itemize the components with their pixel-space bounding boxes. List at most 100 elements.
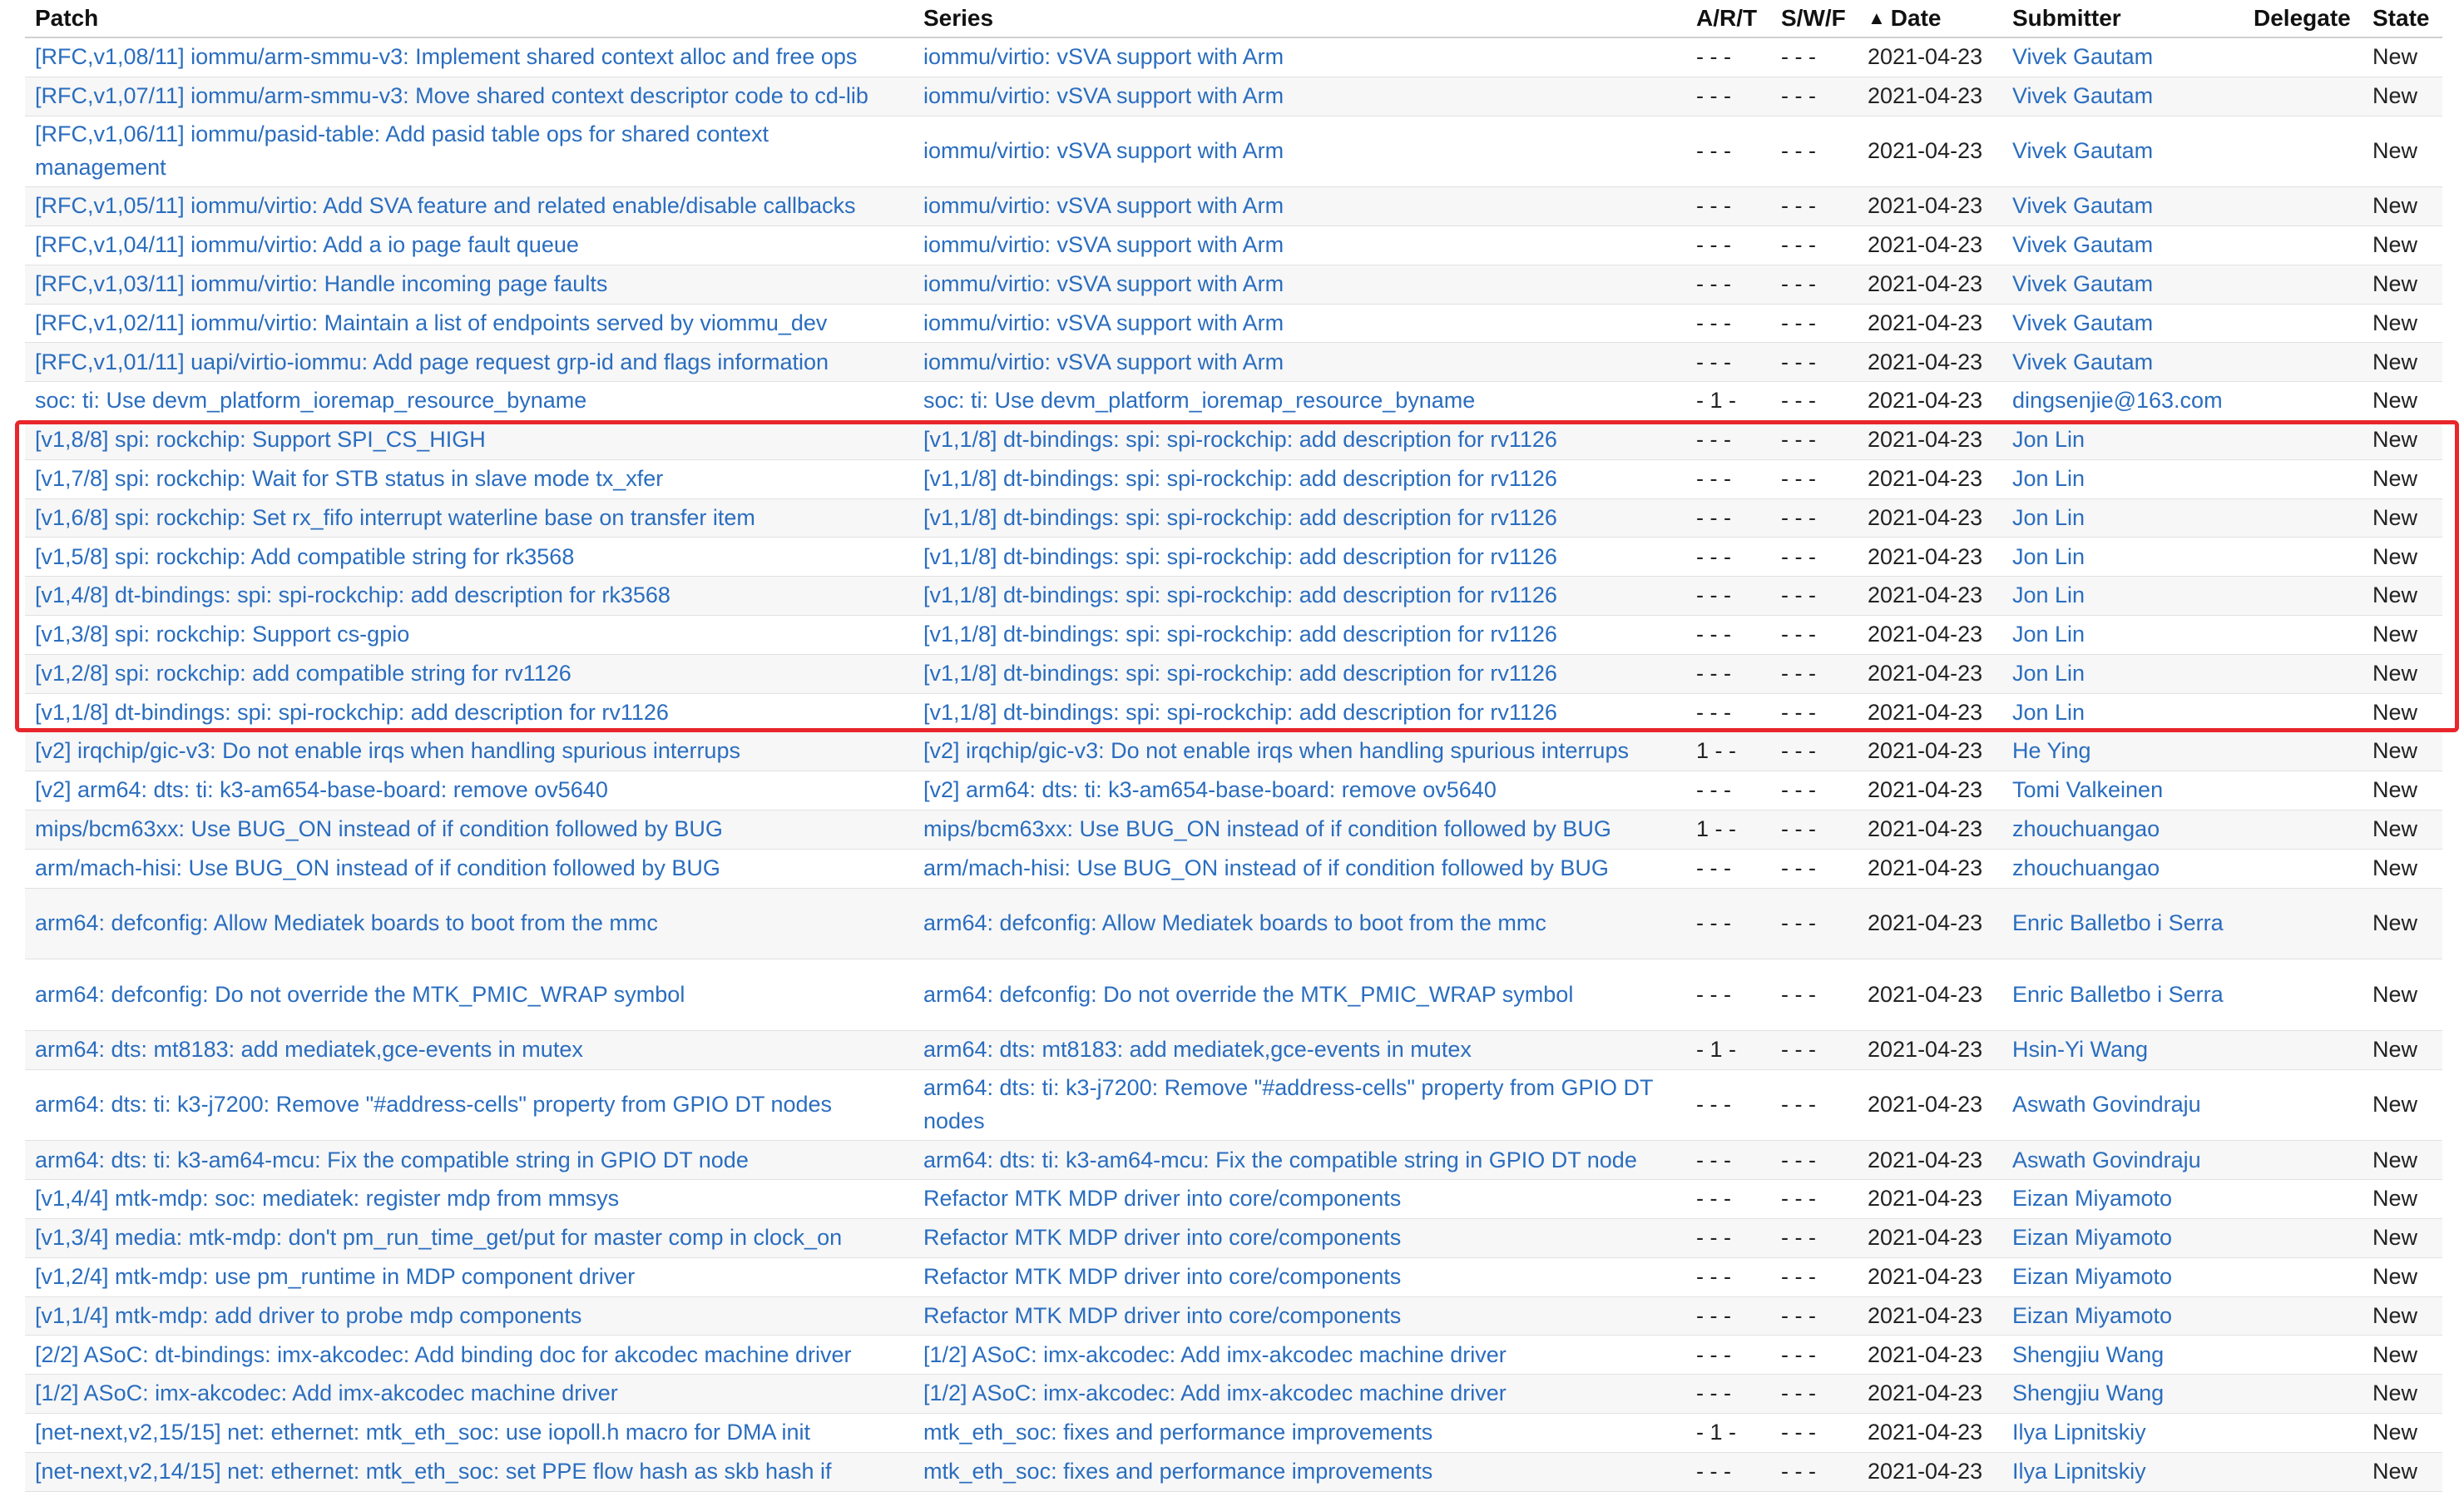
submitter-link[interactable]: Vivek Gautam xyxy=(2012,44,2153,69)
col-header-series[interactable]: Series xyxy=(913,0,1686,38)
series-link[interactable]: arm64: dts: ti: k3-j7200: Remove "#addre… xyxy=(923,1075,1653,1133)
col-header-patch[interactable]: Patch xyxy=(25,0,913,38)
submitter-link[interactable]: Eizan Miyamoto xyxy=(2012,1303,2172,1328)
patch-link[interactable]: [v2] arm64: dts: ti: k3-am654-base-board… xyxy=(35,777,608,802)
series-link[interactable]: Refactor MTK MDP driver into core/compon… xyxy=(923,1186,1401,1211)
series-link[interactable]: arm64: defconfig: Allow Mediatek boards … xyxy=(923,910,1546,935)
patch-link[interactable]: [RFC,v1,04/11] iommu/virtio: Add a io pa… xyxy=(35,232,579,257)
patch-link[interactable]: [RFC,v1,06/11] iommu/pasid-table: Add pa… xyxy=(35,121,769,180)
series-link[interactable]: [v1,1/8] dt-bindings: spi: spi-rockchip:… xyxy=(923,544,1557,569)
patch-link[interactable]: [1/2] ASoC: imx-akcodec: Add imx-akcodec… xyxy=(35,1380,618,1405)
series-link[interactable]: iommu/virtio: vSVA support with Arm xyxy=(923,83,1284,108)
submitter-link[interactable]: Jon Lin xyxy=(2012,427,2085,452)
patch-link[interactable]: [v1,4/4] mtk-mdp: soc: mediatek: registe… xyxy=(35,1186,619,1211)
patch-link[interactable]: [RFC,v1,05/11] iommu/virtio: Add SVA fea… xyxy=(35,193,856,218)
patch-link[interactable]: [2/2] ASoC: dt-bindings: imx-akcodec: Ad… xyxy=(35,1342,852,1367)
patch-link[interactable]: [v1,3/4] media: mtk-mdp: don't pm_run_ti… xyxy=(35,1225,842,1250)
patch-link[interactable]: [v2] irqchip/gic-v3: Do not enable irqs … xyxy=(35,738,740,763)
patch-link[interactable]: arm64: dts: mt8183: add mediatek,gce-eve… xyxy=(35,1037,583,1062)
series-link[interactable]: iommu/virtio: vSVA support with Arm xyxy=(923,193,1284,218)
patch-link[interactable]: [v1,4/8] dt-bindings: spi: spi-rockchip:… xyxy=(35,582,670,607)
col-header-submitter[interactable]: Submitter xyxy=(2002,0,2244,38)
submitter-link[interactable]: Eizan Miyamoto xyxy=(2012,1225,2172,1250)
series-link[interactable]: Refactor MTK MDP driver into core/compon… xyxy=(923,1264,1401,1289)
submitter-link[interactable]: Aswath Govindraju xyxy=(2012,1092,2201,1117)
patch-link[interactable]: arm/mach-hisi: Use BUG_ON instead of if … xyxy=(35,855,720,880)
series-link[interactable]: [v1,1/8] dt-bindings: spi: spi-rockchip:… xyxy=(923,661,1557,686)
patch-link[interactable]: [RFC,v1,07/11] iommu/arm-smmu-v3: Move s… xyxy=(35,83,868,108)
submitter-link[interactable]: Jon Lin xyxy=(2012,622,2085,647)
submitter-link[interactable]: Jon Lin xyxy=(2012,505,2085,530)
patch-link[interactable]: arm64: defconfig: Allow Mediatek boards … xyxy=(35,910,658,935)
series-link[interactable]: mtk_eth_soc: fixes and performance impro… xyxy=(923,1459,1432,1484)
caret-up-icon[interactable]: ▲ xyxy=(1868,7,1886,28)
submitter-link[interactable]: Eizan Miyamoto xyxy=(2012,1186,2172,1211)
series-link[interactable]: Refactor MTK MDP driver into core/compon… xyxy=(923,1225,1401,1250)
submitter-link[interactable]: Vivek Gautam xyxy=(2012,193,2153,218)
series-link[interactable]: Refactor MTK MDP driver into core/compon… xyxy=(923,1303,1401,1328)
patch-link[interactable]: mips/bcm63xx: Use BUG_ON instead of if c… xyxy=(35,816,723,841)
submitter-link[interactable]: Vivek Gautam xyxy=(2012,349,2153,374)
series-link[interactable]: [1/2] ASoC: imx-akcodec: Add imx-akcodec… xyxy=(923,1380,1507,1405)
patch-link[interactable]: [v1,5/8] spi: rockchip: Add compatible s… xyxy=(35,544,574,569)
patch-link[interactable]: [v1,1/4] mtk-mdp: add driver to probe md… xyxy=(35,1303,581,1328)
series-link[interactable]: arm64: dts: ti: k3-am64-mcu: Fix the com… xyxy=(923,1148,1637,1172)
series-link[interactable]: [1/2] ASoC: imx-akcodec: Add imx-akcodec… xyxy=(923,1342,1507,1367)
series-link[interactable]: iommu/virtio: vSVA support with Arm xyxy=(923,44,1284,69)
patch-link[interactable]: [v1,2/8] spi: rockchip: add compatible s… xyxy=(35,661,571,686)
submitter-link[interactable]: Shengjiu Wang xyxy=(2012,1342,2164,1367)
submitter-link[interactable]: Ilya Lipnitskiy xyxy=(2012,1459,2146,1484)
patch-link[interactable]: [v1,8/8] spi: rockchip: Support SPI_CS_H… xyxy=(35,427,486,452)
series-link[interactable]: iommu/virtio: vSVA support with Arm xyxy=(923,349,1284,374)
series-link[interactable]: [v1,1/8] dt-bindings: spi: spi-rockchip:… xyxy=(923,582,1557,607)
series-link[interactable]: mips/bcm63xx: Use BUG_ON instead of if c… xyxy=(923,816,1611,841)
submitter-link[interactable]: Vivek Gautam xyxy=(2012,310,2153,335)
submitter-link[interactable]: zhouchuangao xyxy=(2012,855,2160,880)
series-link[interactable]: arm64: defconfig: Do not override the MT… xyxy=(923,982,1573,1007)
patch-link[interactable]: [v1,3/8] spi: rockchip: Support cs-gpio xyxy=(35,622,409,647)
patch-link[interactable]: [v1,1/8] dt-bindings: spi: spi-rockchip:… xyxy=(35,700,669,725)
patch-link[interactable]: [RFC,v1,01/11] uapi/virtio-iommu: Add pa… xyxy=(35,349,829,374)
submitter-link[interactable]: Enric Balletbo i Serra xyxy=(2012,910,2224,935)
submitter-link[interactable]: Ilya Lipnitskiy xyxy=(2012,1420,2146,1445)
submitter-link[interactable]: Jon Lin xyxy=(2012,466,2085,491)
patch-link[interactable]: [net-next,v2,15/15] net: ethernet: mtk_e… xyxy=(35,1420,810,1445)
patch-link[interactable]: [RFC,v1,08/11] iommu/arm-smmu-v3: Implem… xyxy=(35,44,857,69)
patch-link[interactable]: arm64: dts: ti: k3-j7200: Remove "#addre… xyxy=(35,1092,832,1117)
series-link[interactable]: [v1,1/8] dt-bindings: spi: spi-rockchip:… xyxy=(923,505,1557,530)
series-link[interactable]: iommu/virtio: vSVA support with Arm xyxy=(923,232,1284,257)
col-header-date[interactable]: ▲ Date xyxy=(1858,0,2002,38)
submitter-link[interactable]: zhouchuangao xyxy=(2012,816,2160,841)
patch-link[interactable]: [net-next,v2,14/15] net: ethernet: mtk_e… xyxy=(35,1459,832,1484)
submitter-link[interactable]: Vivek Gautam xyxy=(2012,83,2153,108)
submitter-link[interactable]: Jon Lin xyxy=(2012,661,2085,686)
submitter-link[interactable]: Jon Lin xyxy=(2012,582,2085,607)
patch-link[interactable]: [RFC,v1,03/11] iommu/virtio: Handle inco… xyxy=(35,271,607,296)
series-link[interactable]: iommu/virtio: vSVA support with Arm xyxy=(923,310,1284,335)
patch-link[interactable]: [v1,7/8] spi: rockchip: Wait for STB sta… xyxy=(35,466,663,491)
series-link[interactable]: mtk_eth_soc: fixes and performance impro… xyxy=(923,1420,1432,1445)
series-link[interactable]: [v1,1/8] dt-bindings: spi: spi-rockchip:… xyxy=(923,427,1557,452)
submitter-link[interactable]: Eizan Miyamoto xyxy=(2012,1264,2172,1289)
series-link[interactable]: soc: ti: Use devm_platform_ioremap_resou… xyxy=(923,388,1475,413)
submitter-link[interactable]: Tomi Valkeinen xyxy=(2012,777,2163,802)
submitter-link[interactable]: Vivek Gautam xyxy=(2012,271,2153,296)
submitter-link[interactable]: Hsin-Yi Wang xyxy=(2012,1037,2148,1062)
series-link[interactable]: iommu/virtio: vSVA support with Arm xyxy=(923,271,1284,296)
patch-link[interactable]: soc: ti: Use devm_platform_ioremap_resou… xyxy=(35,388,586,413)
patch-link[interactable]: arm64: dts: ti: k3-am64-mcu: Fix the com… xyxy=(35,1148,749,1172)
submitter-link[interactable]: dingsenjie@163.com xyxy=(2012,388,2223,413)
submitter-link[interactable]: Aswath Govindraju xyxy=(2012,1148,2201,1172)
col-header-swf[interactable]: S/W/F xyxy=(1771,0,1858,38)
series-link[interactable]: [v2] arm64: dts: ti: k3-am654-base-board… xyxy=(923,777,1497,802)
patch-link[interactable]: [v1,6/8] spi: rockchip: Set rx_fifo inte… xyxy=(35,505,755,530)
series-link[interactable]: arm/mach-hisi: Use BUG_ON instead of if … xyxy=(923,855,1609,880)
submitter-link[interactable]: Vivek Gautam xyxy=(2012,138,2153,163)
series-link[interactable]: iommu/virtio: vSVA support with Arm xyxy=(923,138,1284,163)
series-link[interactable]: arm64: dts: mt8183: add mediatek,gce-eve… xyxy=(923,1037,1472,1062)
series-link[interactable]: [v1,1/8] dt-bindings: spi: spi-rockchip:… xyxy=(923,466,1557,491)
submitter-link[interactable]: Shengjiu Wang xyxy=(2012,1380,2164,1405)
series-link[interactable]: [v1,1/8] dt-bindings: spi: spi-rockchip:… xyxy=(923,622,1557,647)
submitter-link[interactable]: Vivek Gautam xyxy=(2012,232,2153,257)
col-header-delegate[interactable]: Delegate xyxy=(2244,0,2363,38)
